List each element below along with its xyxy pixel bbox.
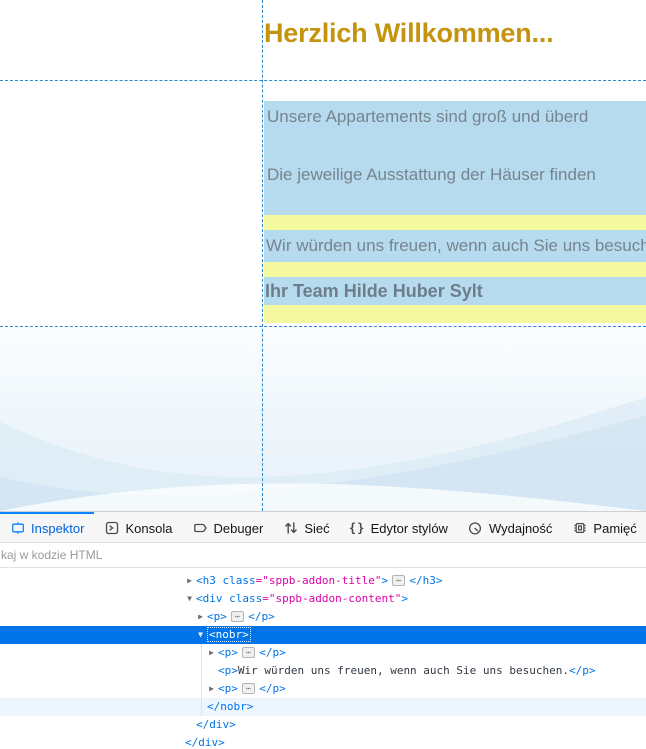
horizontal-guide-line [0,80,646,81]
tree-row[interactable]: ▼ <div class="sppb-addon-content"> [0,590,646,608]
tab-label: Sieć [304,520,330,536]
horizontal-guide-line [0,326,646,327]
tab-label: Edytor stylów [370,520,448,536]
markup-tag: </nobr> [207,700,254,713]
signature-line: Ihr Team Hilde Huber Sylt [265,281,483,301]
page-viewport: Herzlich Willkommen... Unsere Appartemen… [0,0,646,511]
chevron-right-icon[interactable]: ▶ [206,680,217,698]
collapsed-content-badge[interactable]: ⋯ [241,647,256,658]
tree-row[interactable]: <p>Wir würden uns freuen, wenn auch Sie … [0,662,646,680]
markup-tree[interactable]: <div class="sppb-addon"> ▶<h3 class="spp… [0,568,646,749]
markup-tag: > [348,568,355,569]
tree-row-selected[interactable]: ▼ <nobr> [0,626,646,644]
markup-attr: class [229,592,263,605]
page-title: Herzlich Willkommen... [264,18,554,48]
debugger-icon [192,521,207,536]
markup-tag: <h3 [196,574,223,587]
collapsed-content-badge[interactable]: ⋯ [241,683,256,694]
markup-tag: <p> [218,646,238,659]
tab-label: Debuger [213,520,264,536]
chevron-down-icon[interactable]: ▼ [184,590,195,608]
markup-tag: </p> [259,646,286,659]
paragraph-1: Unsere Appartements sind groß und überd [267,107,589,126]
markup-tag: > [401,592,408,605]
padding-highlight-strip [264,215,646,230]
search-html-input[interactable]: kaj w kodzie HTML [0,543,646,568]
chevron-right-icon[interactable]: ▶ [184,572,195,590]
tree-row[interactable]: ▶ <p> ⋯ </p> [0,644,646,662]
tree-row[interactable]: </div> [0,716,646,734]
markup-tag: </div> [196,718,236,731]
collapsed-content-badge[interactable]: ⋯ [392,575,406,586]
tree-row[interactable]: </div> [0,734,646,749]
markup-tag: <p> [218,664,238,677]
markup-tag: <div [196,592,230,605]
markup-tag: > [381,574,389,587]
tab-performance[interactable]: Wydajność [458,512,562,542]
markup-val: ="sppb-addon" [262,568,348,569]
tree-row[interactable]: ▶ <p> ⋯ </p> [0,680,646,698]
markup-text: Wir würden uns freuen, wenn auch Sie uns… [237,664,570,677]
console-icon [104,521,119,536]
gauge-icon [468,521,483,536]
network-arrows-icon [283,521,298,536]
tree-row[interactable]: </nobr> [0,698,646,716]
vertical-guide-line [262,0,263,511]
markup-tag: </p> [248,610,275,623]
markup-attr: class [222,574,256,587]
padding-highlight-strip [264,305,646,323]
markup-tag: <p> [218,682,238,695]
tab-network[interactable]: Sieć [273,512,339,542]
chevron-right-icon[interactable]: ▶ [195,608,206,626]
screenshot-root: Herzlich Willkommen... Unsere Appartemen… [0,0,646,749]
paragraph-3: Wir würden uns freuen, wenn auch Sie uns… [266,236,646,255]
markup-tag: <p> [207,610,227,623]
markup-attr: class [229,568,262,569]
memory-chip-icon [572,521,587,536]
paragraph-2: Die jeweilige Ausstattung der Häuser fin… [267,165,596,184]
tree-row[interactable]: ▶ <p> ⋯ </p> [0,608,646,626]
tab-inspector[interactable]: Inspektor [0,512,95,542]
tab-label: Pamięć [593,520,637,536]
indent-guide-line [201,644,202,716]
page-background-waves [0,327,646,511]
braces-icon: {} [348,521,366,535]
markup-val: ="sppb-addon-content" [262,592,402,605]
tab-styleeditor[interactable]: {} Edytor stylów [340,512,458,542]
markup-seltag: <nobr> [207,627,251,642]
markup-val: ="sppb-addon-title" [255,574,382,587]
markup-tag: </h3> [409,574,443,587]
devtools-tabbar: Inspektor Konsola Debuger Sieć {} Edytor styl… [0,511,646,543]
search-placeholder: kaj w kodzie HTML [1,548,103,562]
markup-tag: <div [196,568,229,569]
chevron-down-icon[interactable]: ▼ [195,626,206,644]
tab-console[interactable]: Konsola [94,512,182,542]
devtools-panel: Inspektor Konsola Debuger Sieć {} Edytor styl… [0,511,646,749]
markup-tag: </p> [259,682,286,695]
chevron-right-icon[interactable]: ▶ [206,644,217,662]
padding-highlight-strip [264,262,646,277]
inspector-icon [10,521,25,536]
tab-memory[interactable]: Pamięć [562,512,646,542]
tab-label: Konsola [125,520,173,536]
collapsed-content-badge[interactable]: ⋯ [230,611,245,622]
markup-tag: </div> [185,736,225,749]
tree-row[interactable]: ▶ <h3 class="sppb-addon-title"> ⋯ </h3> [0,572,646,590]
tab-debugger[interactable]: Debuger [182,512,273,542]
tab-label: Inspektor [31,520,85,536]
tab-label: Wydajność [488,520,553,536]
markup-tag: </p> [569,664,596,677]
